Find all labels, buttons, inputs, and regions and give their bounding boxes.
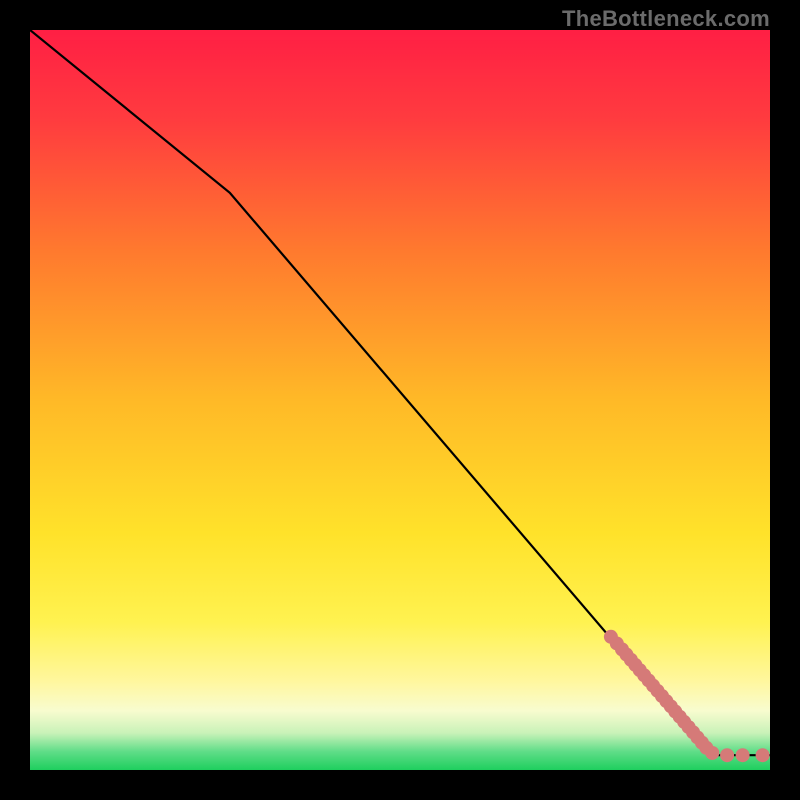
scatter-dot <box>756 748 770 762</box>
scatter-dot <box>705 746 719 760</box>
scatter-dot <box>736 748 750 762</box>
watermark-text: TheBottleneck.com <box>562 6 770 32</box>
plot-area <box>30 30 770 770</box>
scatter-dot <box>720 748 734 762</box>
chart-stage: TheBottleneck.com <box>0 0 800 800</box>
chart-svg <box>30 30 770 770</box>
gradient-background <box>30 30 770 770</box>
